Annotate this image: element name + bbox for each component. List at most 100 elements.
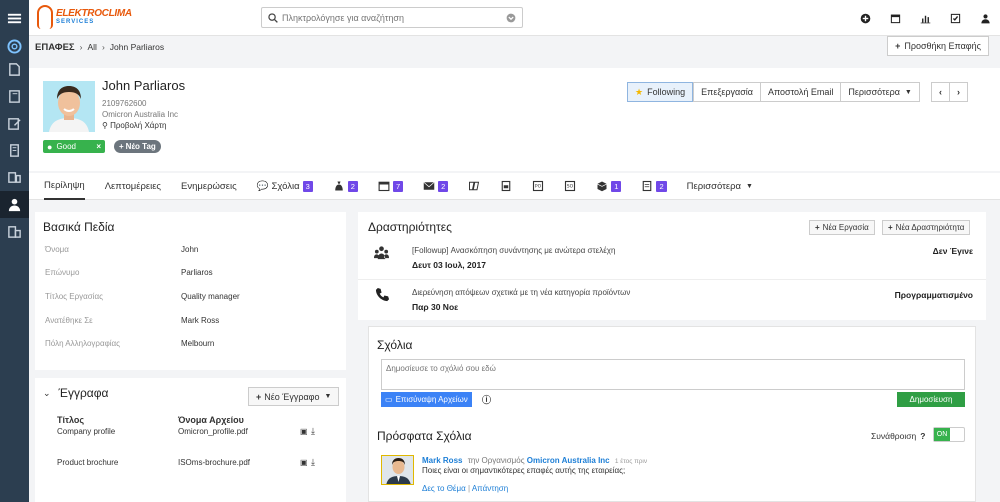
following-button[interactable]: ★ Following [627, 82, 694, 102]
close-icon[interactable]: × [96, 142, 101, 151]
menu-icon[interactable] [0, 0, 29, 36]
building-icon[interactable] [0, 137, 29, 164]
meeting-icon [374, 246, 389, 260]
map-link[interactable]: ⚲ Προβολή Χάρτη [102, 121, 166, 130]
activity-date: Παρ 30 Νοε [412, 302, 459, 312]
tab-summary[interactable]: Περίληψη [44, 173, 85, 200]
profile-header: John Parliaros 2109762600 Omicron Austra… [29, 68, 1000, 171]
info-icon[interactable]: ⓘ [482, 393, 491, 406]
calendar-icon[interactable] [880, 13, 910, 24]
sidebar [0, 0, 29, 502]
comment-textarea[interactable] [381, 359, 965, 390]
comment-text: Ποιες είναι οι σημαντικότερες επαφές αυτ… [422, 466, 626, 475]
new-task-button[interactable]: + Νέα Εργασία [809, 220, 875, 235]
breadcrumb-all[interactable]: All [87, 42, 96, 52]
user-icon[interactable] [970, 13, 1000, 24]
laptop-icon: ▭ [385, 395, 393, 404]
envelope-icon [423, 181, 435, 190]
search-dropdown-icon[interactable] [506, 13, 516, 23]
contacts-icon[interactable] [0, 191, 29, 218]
image-preview-icon[interactable]: ▣ [300, 458, 308, 467]
comment-author[interactable]: Mark Ross [422, 456, 462, 465]
image-preview-icon[interactable]: ▣ [300, 427, 308, 436]
tab-tickets[interactable] [468, 173, 480, 200]
tab-bar: Περίληψη Λεπτομέρειες Ενημερώσεις 💬 Σχόλ… [29, 173, 1000, 200]
more-actions-button[interactable]: Περισσότερα ▼ [840, 82, 920, 102]
new-document-button[interactable]: + Νέο Έγγραφο ▼ [248, 387, 340, 406]
doc-file[interactable]: Omicron_profile.pdf [178, 427, 248, 436]
caret-down-icon: ▼ [746, 182, 753, 190]
map-marker-icon: ⚲ [102, 121, 108, 130]
doc-title: Product brochure [57, 458, 119, 467]
phone-icon [375, 287, 390, 302]
field-label: Ανατέθηκε Σε [45, 316, 93, 325]
tab-comments[interactable]: 💬 Σχόλια 3 [257, 173, 313, 200]
tab-documents[interactable]: 2 [641, 173, 667, 200]
comment-org[interactable]: Omicron Australia Inc [527, 456, 610, 465]
avatar [43, 81, 95, 132]
star-icon: ★ [635, 86, 644, 97]
send-email-button[interactable]: Αποστολή Email [759, 82, 842, 102]
view-topic-link[interactable]: Δες το Θέμα [422, 484, 466, 493]
new-activity-button[interactable]: + Νέα Δραστηριότητα [882, 220, 971, 235]
search-icon [268, 12, 278, 23]
new-tag-button[interactable]: + Νέο Tag [114, 140, 161, 153]
prev-record-button[interactable]: ‹ [931, 82, 950, 102]
contact-phone[interactable]: 2109762600 [102, 99, 147, 108]
tab-money[interactable]: 2 [333, 173, 358, 200]
brand-logo[interactable]: ELEKTROCLIMA SERVICES [37, 5, 132, 29]
search-input[interactable] [282, 12, 506, 23]
activity-status: Προγραμματισμένο [894, 290, 973, 300]
plus-circle-icon[interactable] [850, 13, 880, 24]
next-record-button[interactable]: › [949, 82, 968, 102]
publish-button[interactable]: Δημοσίευση [897, 392, 965, 407]
bar-chart-icon[interactable] [910, 13, 940, 24]
collapse-chevron-icon[interactable]: ⌄ [43, 388, 51, 399]
doc-file[interactable]: ISOms-brochure.pdf [178, 458, 250, 467]
field-value-assigned-to: Mark Ross [181, 316, 220, 325]
activity-row[interactable]: [Followup] Ανασκόπηση συνάντησης με ανώτ… [358, 240, 986, 280]
download-icon[interactable]: ⤓ [311, 457, 315, 468]
field-value-last-name: Parliaros [181, 268, 213, 277]
tab-products[interactable]: 1 [596, 173, 622, 200]
tab-details[interactable]: Λεπτομέρειες [105, 173, 161, 200]
aggregate-label: Συνάθροιση [871, 431, 917, 441]
tab-sales-orders[interactable]: SO [564, 173, 576, 200]
contact-company[interactable]: Omicron Australia Inc [102, 110, 178, 119]
tab-more[interactable]: Περισσότερα ▼ [687, 173, 753, 200]
edit-button[interactable]: Επεξεργασία [693, 82, 761, 102]
tab-updates[interactable]: Ενημερώσεις [181, 173, 237, 200]
tab-purchase-orders[interactable]: PO [532, 173, 544, 200]
breadcrumb-section[interactable]: ΕΠΑΦΕΣ [35, 42, 75, 53]
status-badge[interactable]: ● Good × [43, 140, 105, 153]
download-icon[interactable]: ⤓ [311, 426, 315, 437]
tab-email[interactable]: 2 [423, 173, 449, 200]
calendar-icon [378, 181, 390, 192]
edit-icon[interactable] [0, 110, 29, 137]
tab-calendar[interactable]: 7 [378, 173, 404, 200]
activity-row[interactable]: Διερεύνηση απόψεων σχετικά με τη νέα κατ… [358, 282, 986, 322]
support-icon[interactable] [0, 36, 29, 56]
box-icon [597, 181, 607, 192]
plus-icon: + [888, 223, 893, 232]
help-icon[interactable]: ? [920, 431, 925, 441]
attach-files-button[interactable]: ▭ Επισύναψη Αρχείων [381, 392, 472, 407]
doc-title: Company profile [57, 427, 116, 436]
companies-icon[interactable] [0, 218, 29, 245]
documents-title: Έγγραφα [58, 386, 109, 400]
tab-notes[interactable] [500, 173, 512, 200]
notebook-icon[interactable] [0, 83, 29, 110]
field-value-job-title: Quality manager [181, 292, 240, 301]
tickets-icon [469, 181, 480, 191]
activity-status: Δεν Έγινε [932, 246, 973, 256]
plus-icon: + [815, 223, 820, 232]
recent-comments-title: Πρόσφατα Σχόλια [377, 429, 472, 443]
aggregate-toggle[interactable]: ON [933, 427, 965, 442]
plus-icon: + [895, 41, 901, 51]
mobile-icon[interactable] [0, 164, 29, 191]
tickets-icon[interactable] [0, 56, 29, 83]
add-contact-button[interactable]: + Προσθήκη Επαφής [887, 36, 989, 56]
reply-link[interactable]: Απάντηση [472, 484, 508, 493]
col-file-header: Όνομα Αρχείου [178, 415, 244, 425]
checkbox-icon[interactable] [940, 13, 970, 24]
